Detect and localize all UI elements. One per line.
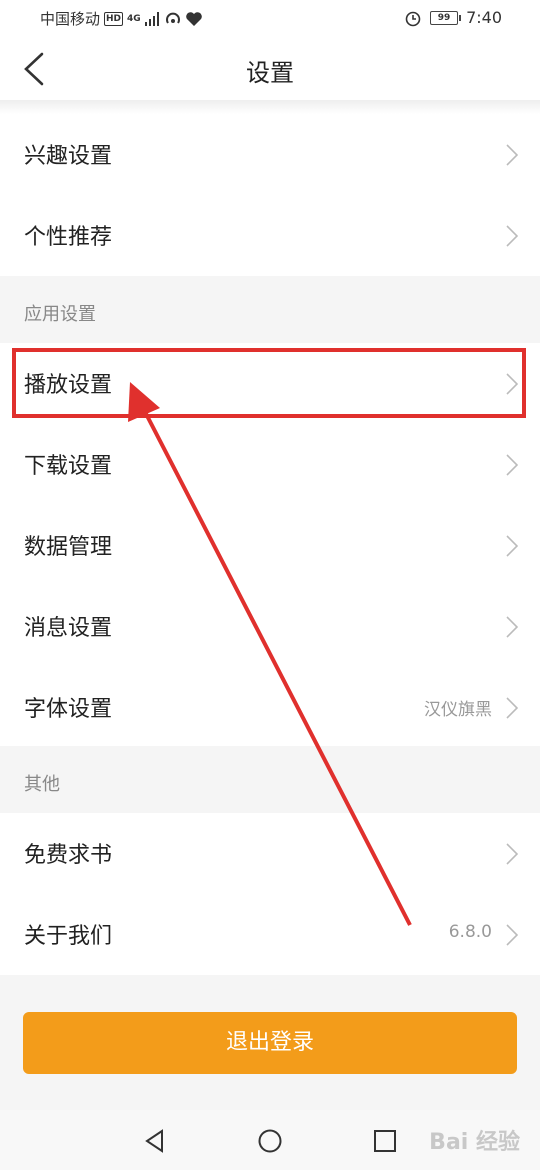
nav-home-icon[interactable] <box>257 1128 283 1154</box>
settings-row-recommend[interactable]: 个性推荐 <box>0 195 540 276</box>
settings-row-about[interactable]: 关于我们 6.8.0 <box>0 894 540 975</box>
battery-icon: 99 <box>430 10 462 25</box>
watermark-logo: Bai 经验 <box>429 1130 520 1155</box>
row-label: 消息设置 <box>24 616 113 641</box>
nav-back-icon[interactable] <box>142 1128 168 1154</box>
signal-icon <box>144 11 159 26</box>
section-label: 其他 <box>24 774 60 795</box>
row-value: 6.8.0 <box>448 922 492 942</box>
row-label: 兴趣设置 <box>24 144 113 169</box>
row-label: 下载设置 <box>24 454 113 479</box>
chevron-right-icon <box>506 697 518 719</box>
header-shadow <box>0 100 540 114</box>
hd-badge: HD <box>104 11 124 26</box>
clock: 7:40 <box>466 8 502 27</box>
settings-row-download[interactable]: 下载设置 <box>0 424 540 505</box>
status-bar: 中国移动 HD 4G 99 7:40 <box>0 0 540 38</box>
chevron-right-icon <box>506 454 518 476</box>
chevron-right-icon <box>506 535 518 557</box>
chevron-right-icon <box>506 373 518 395</box>
section-other: 其他 <box>0 746 540 816</box>
nav-header: 设置 <box>0 38 540 100</box>
settings-row-interest[interactable]: 兴趣设置 <box>0 114 540 195</box>
logout-button[interactable]: 退出登录 <box>23 1012 517 1074</box>
row-label: 播放设置 <box>24 373 113 398</box>
chevron-right-icon <box>506 225 518 247</box>
carrier-label: 中国移动 <box>40 10 101 28</box>
settings-row-request-book[interactable]: 免费求书 <box>0 813 540 894</box>
settings-row-data[interactable]: 数据管理 <box>0 505 540 586</box>
nav-recents-icon[interactable] <box>372 1128 398 1154</box>
settings-row-message[interactable]: 消息设置 <box>0 586 540 667</box>
page-title: 设置 <box>246 59 294 87</box>
section-app-settings: 应用设置 <box>0 276 540 346</box>
chevron-right-icon <box>506 616 518 638</box>
row-label: 关于我们 <box>24 924 113 949</box>
status-left: 中国移动 HD 4G <box>40 8 203 29</box>
row-label: 字体设置 <box>24 697 113 722</box>
settings-row-playback[interactable]: 播放设置 <box>0 343 540 424</box>
alarm-icon <box>405 11 421 26</box>
row-label: 个性推荐 <box>24 225 113 250</box>
network-label: 4G <box>127 13 141 24</box>
status-right: 99 7:40 <box>404 8 502 27</box>
chevron-right-icon <box>506 144 518 166</box>
row-label: 数据管理 <box>24 535 113 560</box>
row-label: 免费求书 <box>24 843 113 868</box>
heart-icon <box>185 11 202 26</box>
row-value: 汉仪旗黑 <box>424 700 492 720</box>
chevron-right-icon <box>506 924 518 946</box>
chevron-right-icon <box>506 843 518 865</box>
section-label: 应用设置 <box>24 304 96 325</box>
hotspot-icon <box>165 12 180 24</box>
settings-row-font[interactable]: 字体设置 汉仪旗黑 <box>0 667 540 748</box>
